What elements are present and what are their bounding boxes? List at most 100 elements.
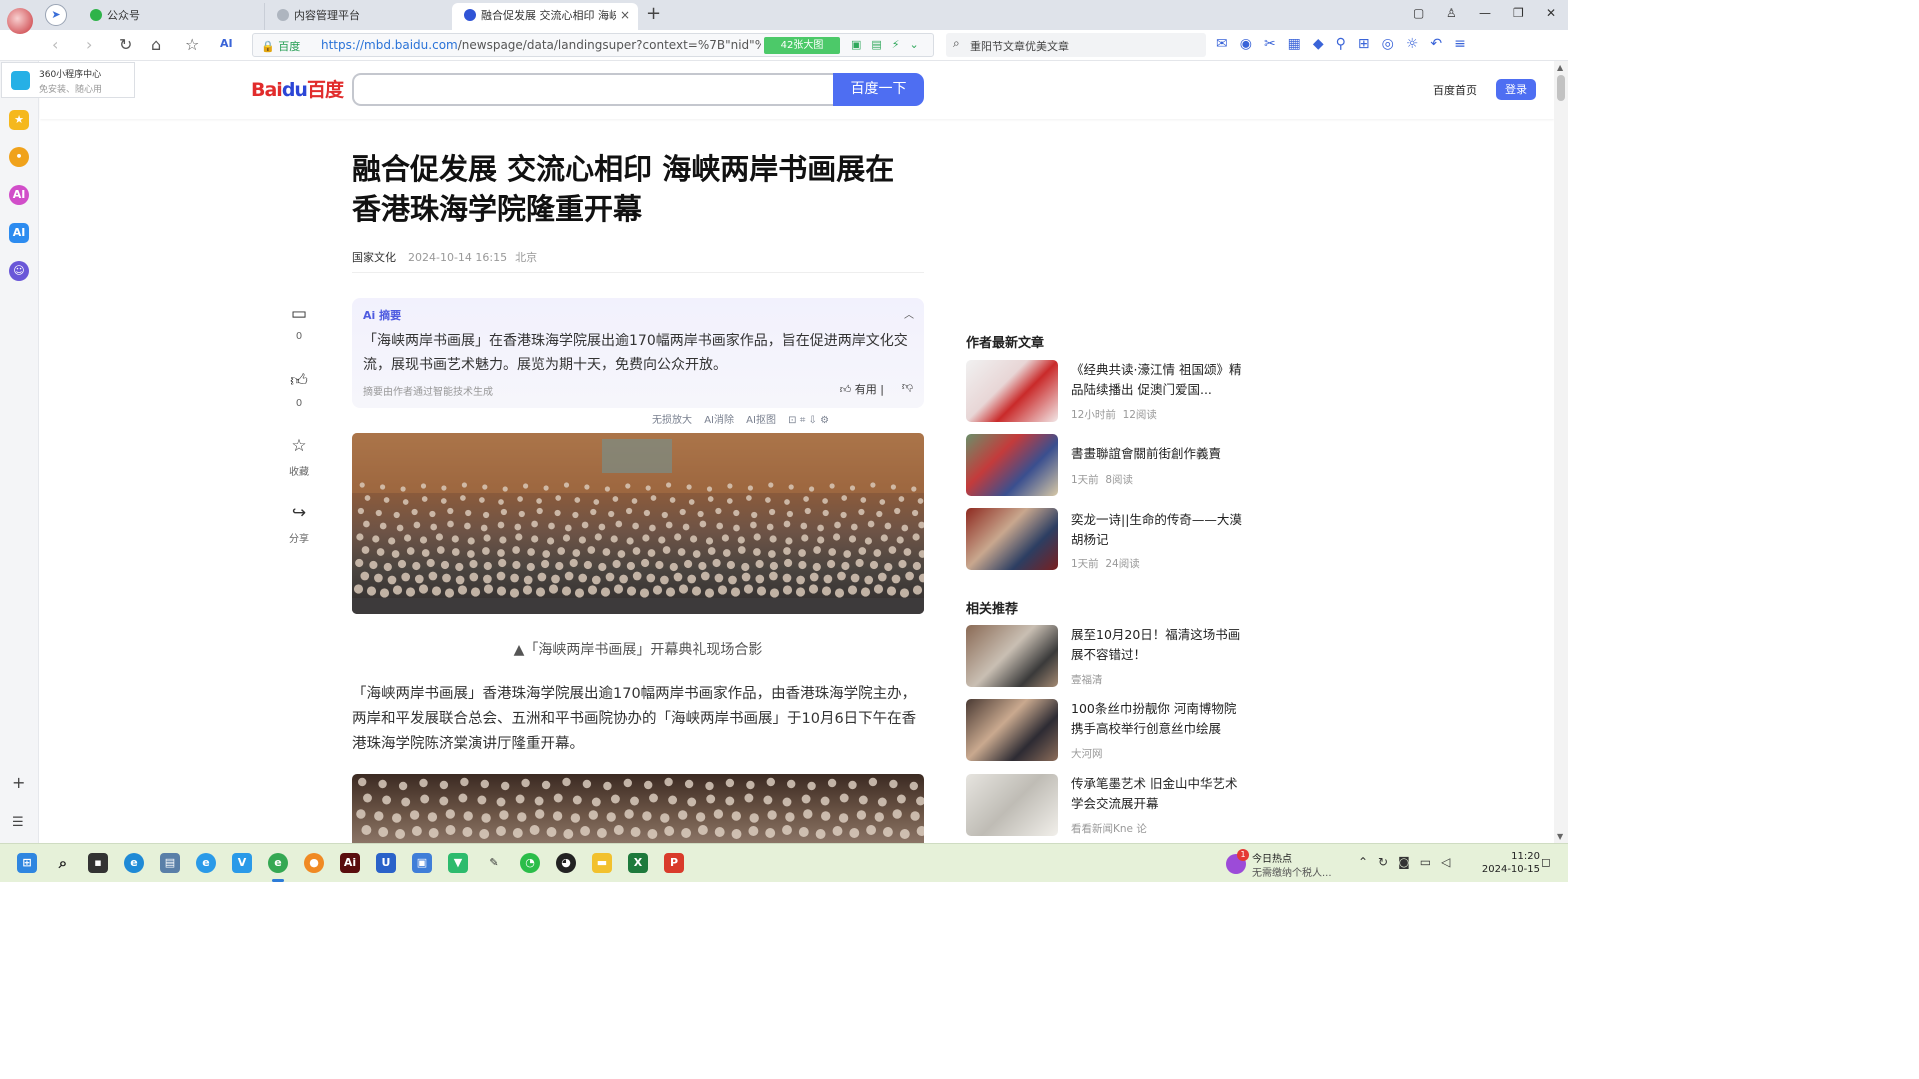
clock-time[interactable]: 11:20 (1500, 851, 1540, 862)
login-button[interactable]: 登录 (1496, 79, 1536, 100)
useful-button[interactable]: 👍︎ 有用 | (840, 381, 884, 397)
task-view-icon[interactable]: ▪ (88, 853, 108, 873)
excel-icon[interactable]: X (628, 853, 648, 873)
toolbar-extension-icons[interactable]: ✉◉✂▦◆⚲⊞◎☼↶≡ (1216, 36, 1478, 52)
big-image-badge[interactable]: 42张大图 (764, 37, 840, 54)
tab-count-icon[interactable]: ▢ (1413, 6, 1424, 20)
news-subtitle[interactable]: 无需缴纳个税人... (1252, 864, 1332, 879)
file-manager-icon[interactable]: ▤ (160, 853, 180, 873)
restore-button[interactable]: ❐ (1513, 6, 1524, 20)
home-icon[interactable]: ⌂ (151, 35, 161, 54)
card-title[interactable]: 《经典共读·濠江情 祖国颂》精品陆续播出 促澳门爱国... (1071, 360, 1246, 400)
card-title[interactable]: 展至10月20日！福清这场书画展不容错过！ (1071, 625, 1246, 665)
windows-start-icon[interactable]: ⊞ (17, 853, 37, 873)
latest-article-card[interactable]: 書畫聯誼會關前街創作義賣 1天前 8阅读 (966, 434, 1246, 496)
window-app-icon[interactable]: ▣ (412, 853, 432, 873)
image-tool-cutout[interactable]: AI抠图 (746, 415, 776, 426)
card-title[interactable]: 传承笔墨艺术 旧金山中华艺术学会交流展开幕 (1071, 774, 1246, 814)
favorite-button[interactable]: ☆ 收藏 (279, 436, 319, 478)
clock-date[interactable]: 2024-10-15 (1478, 864, 1540, 875)
mini-program-popup[interactable]: 360小程序中心 免安装、随心用 (1, 62, 135, 98)
image-tool-upscale[interactable]: 无损放大 (652, 415, 692, 426)
crowd-figure (555, 561, 564, 571)
tab-article-active[interactable]: 融合促发展 交流心相印 海峡两岸 × (452, 3, 638, 30)
edge-icon[interactable]: e (124, 853, 144, 873)
chevron-up-icon[interactable]: ︿ (904, 306, 914, 321)
baidu-search-button[interactable]: 百度一下 (833, 73, 924, 106)
related-card[interactable]: 100条丝巾扮靓你 河南博物院携手高校举行创意丝巾绘展 大河网 (966, 699, 1246, 761)
shirt-icon[interactable]: ♙ (1446, 6, 1457, 20)
second-photo[interactable] (352, 774, 924, 843)
search-icon[interactable]: ⌕ (53, 853, 73, 873)
url-field[interactable]: 🔒 百度 https://mbd.baidu.com/newspage/data… (252, 33, 934, 57)
minimize-button[interactable]: — (1479, 6, 1491, 20)
baidu-search-input[interactable] (352, 73, 834, 106)
crowd-figure (868, 777, 878, 787)
notification-bell-icon[interactable]: ◻ (1541, 855, 1551, 869)
ai-icon[interactable]: AI (220, 37, 233, 50)
system-tray-icons[interactable]: ⌃↻◙▭◁ (1358, 855, 1460, 869)
vpn-icon[interactable]: V (232, 853, 252, 873)
crowd-figure (843, 550, 852, 558)
back-icon[interactable]: ‹ (52, 35, 58, 54)
like-button[interactable]: 👍︎ 0 (279, 370, 319, 409)
pen-icon[interactable]: ✎ (484, 853, 504, 873)
news-badge: 1 (1237, 849, 1249, 861)
group-photo[interactable] (352, 433, 924, 614)
related-card[interactable]: 传承笔墨艺术 旧金山中华艺术学会交流展开幕 看看新闻Kne 论 (966, 774, 1246, 836)
url-text[interactable]: https://mbd.baidu.com/newspage/data/land… (321, 38, 761, 52)
page-scrollbar[interactable]: ▲ ▼ (1554, 61, 1568, 843)
baidu-logo[interactable]: Baidu百度 (251, 75, 344, 102)
article-source[interactable]: 国家文化 (352, 251, 396, 264)
tab-close-icon[interactable]: × (620, 3, 630, 28)
crowd-figure (695, 812, 706, 822)
close-window-button[interactable]: ✕ (1546, 6, 1556, 20)
scroll-down-icon[interactable]: ▼ (1557, 832, 1563, 841)
compass-icon[interactable]: ➤ (45, 4, 67, 26)
comment-button[interactable]: ▭ 0 (279, 304, 319, 342)
crowd-figure (419, 778, 428, 788)
ai-tools-icon[interactable]: AI (9, 223, 29, 243)
orange-app-icon[interactable]: ● (304, 853, 324, 873)
latest-article-card[interactable]: 奕龙一诗||生命的传奇——大漠胡杨记 1天前 24阅读 (966, 508, 1246, 570)
favorites-star-icon[interactable]: ★ (9, 110, 29, 130)
image-tool-icons[interactable]: ⊡ ⌗ ⇩ ⚙ (788, 415, 829, 426)
add-icon[interactable]: + (12, 773, 25, 792)
card-title[interactable]: 奕龙一诗||生命的传奇——大漠胡杨记 (1071, 510, 1246, 550)
scroll-up-icon[interactable]: ▲ (1557, 63, 1563, 72)
robot-icon[interactable]: ☺ (9, 261, 29, 281)
card-title[interactable]: 100条丝巾扮靓你 河南博物院携手高校举行创意丝巾绘展 (1071, 699, 1246, 739)
blue-app-icon[interactable]: U (376, 853, 396, 873)
latest-article-card[interactable]: 《经典共读·濠江情 祖国颂》精品陆续播出 促澳门爱国... 12小时前 12阅读 (966, 360, 1246, 422)
qq-icon[interactable]: ◕ (556, 853, 576, 873)
folder-icon[interactable]: ▬ (592, 853, 612, 873)
crowd-figure (673, 572, 683, 582)
green-app-icon[interactable]: ▼ (448, 853, 468, 873)
related-card[interactable]: 展至10月20日！福清这场书画展不容错过！ 壹福清 (966, 625, 1246, 687)
scroll-thumb[interactable] (1557, 75, 1565, 101)
wps-icon[interactable]: P (664, 853, 684, 873)
tab-content-management[interactable]: 内容管理平台 (264, 3, 449, 30)
thumbs-down-icon[interactable]: 👎︎ (902, 380, 913, 393)
reload-icon[interactable]: ↻ (119, 35, 132, 54)
crowd-figure (877, 797, 887, 807)
browser-search-box[interactable]: ⌕ 重阳节文章优美文章 (946, 33, 1206, 57)
menu-list-icon[interactable]: ☰ (12, 815, 24, 830)
ai-assistant-icon[interactable]: AI (9, 185, 29, 205)
ie-icon[interactable]: e (196, 853, 216, 873)
bookmark-star-icon[interactable]: ☆ (185, 35, 199, 54)
baidu-home-link[interactable]: 百度首页 (1433, 82, 1477, 98)
news-title[interactable]: 今日热点 (1252, 850, 1292, 865)
share-button[interactable]: ↪ 分享 (279, 503, 319, 545)
tab-gongzhonghao[interactable]: 公众号 (78, 3, 258, 30)
image-tool-erase[interactable]: AI消除 (704, 415, 734, 426)
card-title[interactable]: 書畫聯誼會關前街創作義賣 (1071, 444, 1246, 464)
illustrator-icon[interactable]: Ai (340, 853, 360, 873)
360-browser-icon[interactable]: e (268, 853, 288, 873)
address-action-icons[interactable]: ▣▤⚡⌄ (851, 38, 929, 51)
chat-bot-icon[interactable]: • (9, 147, 29, 167)
forward-icon[interactable]: › (86, 35, 92, 54)
wechat-icon[interactable]: ◔ (520, 853, 540, 873)
new-tab-button[interactable]: + (646, 3, 661, 24)
crowd-figure (563, 482, 570, 488)
